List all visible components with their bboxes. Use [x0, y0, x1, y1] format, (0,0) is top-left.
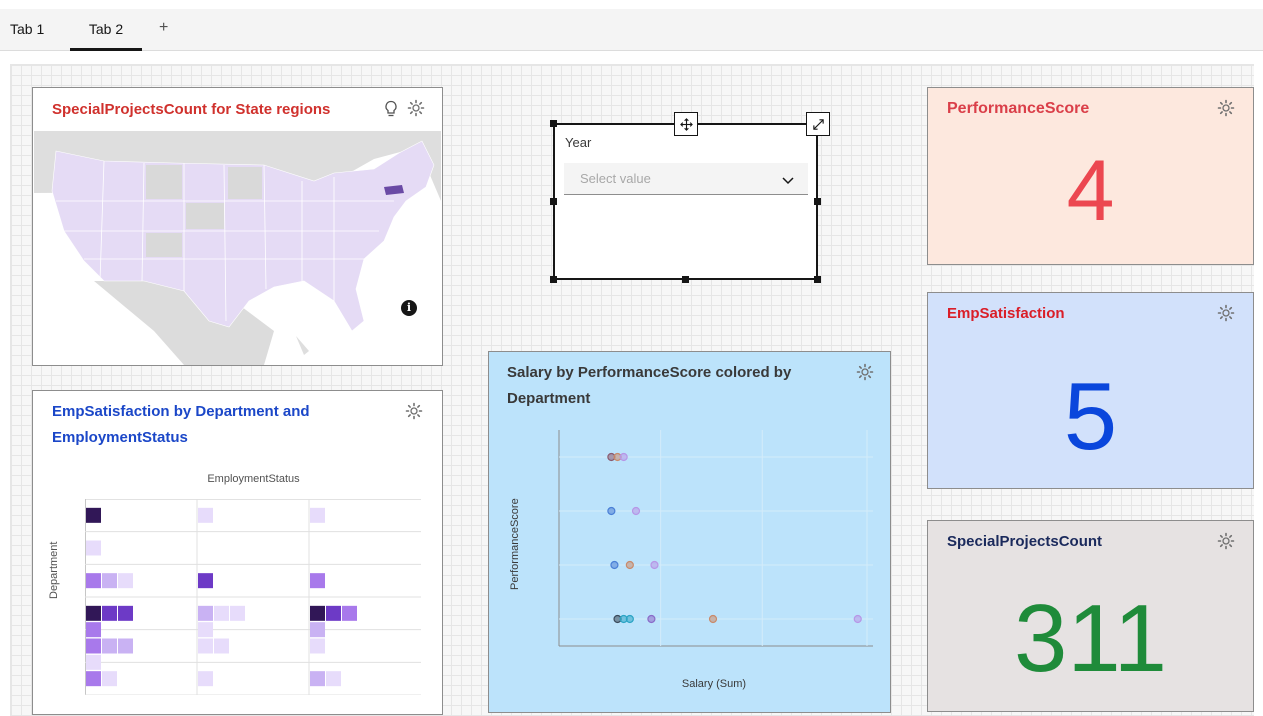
heatmap-cell [198, 671, 213, 687]
kpi-value: 4 [1066, 143, 1115, 239]
heatmap-cell [86, 654, 101, 670]
heatmap-x-axis-label: EmploymentStatus [207, 473, 300, 485]
kpi-special-projects-count[interactable]: SpecialProjectsCount 311 [927, 520, 1254, 712]
tab-2[interactable]: Tab 2 [70, 21, 142, 51]
heatmap-cell [310, 638, 325, 654]
gear-icon[interactable] [405, 402, 423, 420]
year-select-dropdown[interactable]: Select value [564, 163, 808, 195]
expand-icon[interactable] [806, 112, 830, 136]
scatter-title: Salary by PerformanceScore colored by De… [507, 364, 792, 407]
heatmap-cell [198, 638, 213, 654]
kpi-emp-satisfaction[interactable]: EmpSatisfaction 5 [927, 292, 1254, 489]
heatmap-cell [118, 573, 133, 589]
heatmap-cell [102, 573, 117, 589]
gear-icon[interactable] [1217, 99, 1235, 117]
heatmap-y-axis-label: Department [48, 541, 60, 599]
heatmap-cell [86, 638, 101, 654]
heatmap-cell [214, 605, 229, 621]
heatmap-cell [326, 605, 341, 621]
kpi-title: PerformanceScore [947, 100, 1090, 117]
heatmap-cell [342, 605, 357, 621]
scatter-point [631, 506, 641, 516]
heatmap-cell [198, 622, 213, 638]
heatmap-cell [230, 605, 245, 621]
heatmap-cell [102, 638, 117, 654]
scatter-point [610, 560, 619, 570]
scatter-point [625, 560, 634, 570]
kpi-title: EmpSatisfaction [947, 305, 1065, 322]
select-placeholder: Select value [580, 171, 651, 186]
heatmap-title: EmpSatisfaction by Department and Employ… [52, 403, 310, 446]
kpi-title: SpecialProjectsCount [947, 533, 1103, 550]
heatmap-cell [102, 671, 117, 687]
year-filter-widget[interactable]: Year Select value [553, 123, 818, 280]
filter-label: Year [565, 135, 592, 150]
heatmap-cell [86, 605, 101, 621]
scatter-point [708, 614, 718, 624]
scatter-point [650, 560, 659, 570]
scatter-chart[interactable] [557, 430, 873, 648]
resize-handle[interactable] [550, 198, 557, 205]
heatmap-cell [86, 671, 101, 687]
resize-handle[interactable] [814, 276, 821, 283]
tab-bar: Tab 1 Tab 2 + [0, 9, 1263, 51]
kpi-value: 311 [1013, 585, 1168, 692]
heatmap-cell [198, 573, 213, 589]
resize-handle[interactable] [550, 120, 557, 127]
info-icon[interactable]: i [401, 300, 417, 316]
kpi-value: 5 [1063, 363, 1118, 470]
heatmap-cell [198, 605, 213, 621]
gear-icon[interactable] [407, 99, 425, 117]
heatmap-cell [86, 507, 101, 523]
heatmap-cell [86, 622, 101, 638]
heatmap-cell [310, 622, 325, 638]
scatter-point [853, 614, 862, 624]
resize-handle[interactable] [814, 198, 821, 205]
scatter-point [625, 614, 634, 624]
gear-icon[interactable] [1217, 304, 1235, 322]
tab-1[interactable]: Tab 1 [10, 21, 44, 37]
heatmap-cell [102, 605, 117, 621]
us-map[interactable] [34, 131, 441, 365]
add-tab-button[interactable]: + [159, 19, 168, 37]
heatmap-cell [214, 638, 229, 654]
scatter-point [647, 614, 656, 624]
scatter-widget[interactable]: Salary by PerformanceScore colored by De… [488, 351, 891, 713]
heatmap-cell [310, 507, 325, 523]
resize-handle[interactable] [550, 276, 557, 283]
chevron-down-icon [782, 173, 794, 185]
lightbulb-icon[interactable] [383, 100, 399, 118]
heatmap-cell [86, 573, 101, 589]
heatmap-cell [310, 573, 325, 589]
scatter-point [619, 452, 628, 462]
move-icon[interactable] [674, 112, 698, 136]
heatmap-widget[interactable]: EmpSatisfaction by Department and Employ… [32, 390, 443, 715]
heatmap-cell [118, 605, 133, 621]
gear-icon[interactable] [856, 363, 874, 381]
heatmap-cell [198, 507, 213, 523]
map-widget-title: SpecialProjectsCount for State regions [52, 101, 331, 118]
heatmap-cell [118, 638, 133, 654]
map-widget[interactable]: SpecialProjectsCount for State regions i [32, 87, 443, 366]
gear-icon[interactable] [1217, 532, 1235, 550]
heatmap-cell [310, 605, 325, 621]
heatmap-cell [310, 671, 325, 687]
heatmap-cell [86, 540, 101, 556]
kpi-performance-score[interactable]: PerformanceScore 4 [927, 87, 1254, 265]
scatter-x-axis-label: Salary (Sum) [681, 678, 747, 690]
heatmap-chart[interactable] [85, 499, 421, 695]
heatmap-cell [326, 671, 341, 687]
scatter-y-axis-label: PerformanceScore [509, 498, 521, 590]
scatter-point [607, 506, 616, 516]
resize-handle[interactable] [682, 276, 689, 283]
